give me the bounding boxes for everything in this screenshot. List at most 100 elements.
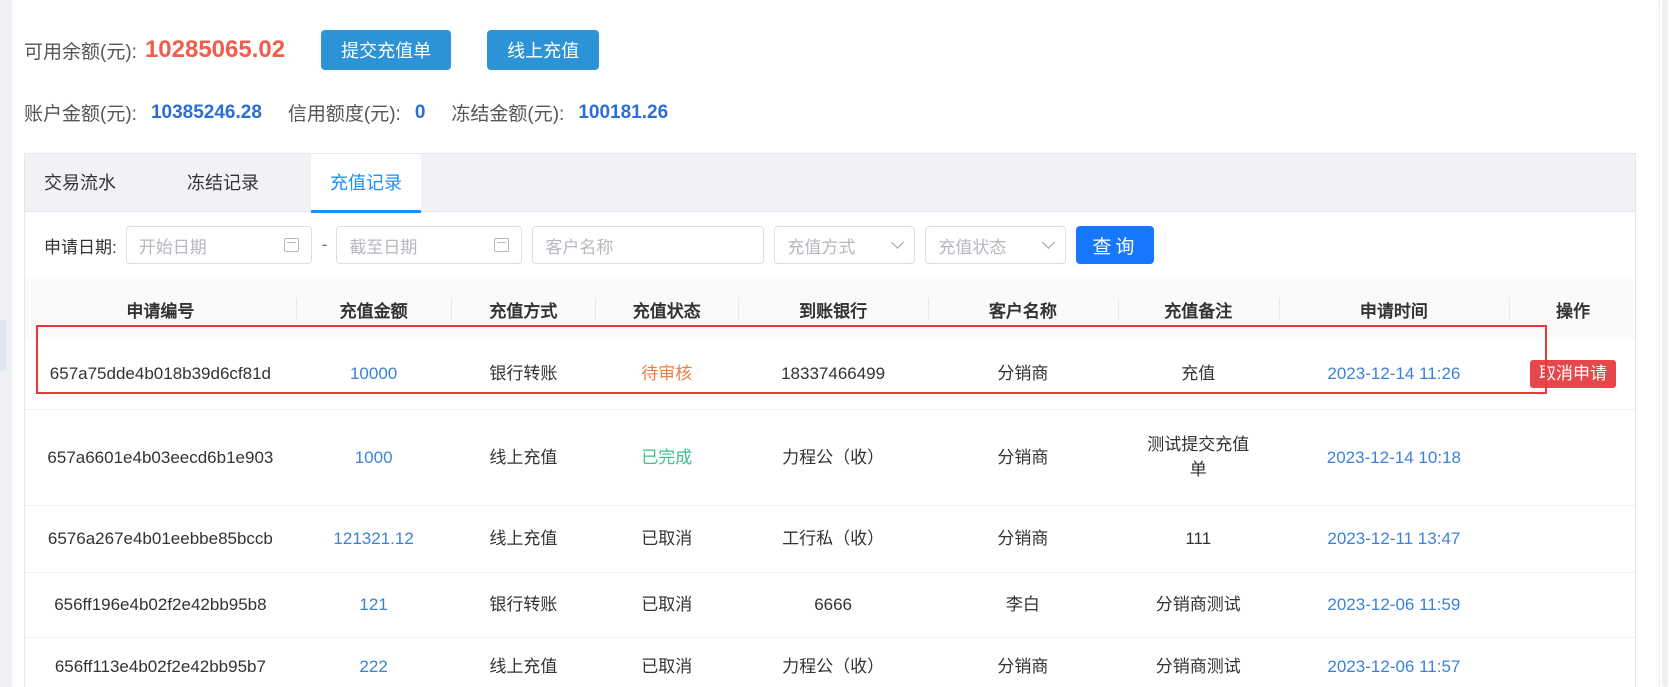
cell-status: 待审核 <box>595 339 739 410</box>
sidebar-active-marker <box>0 320 6 370</box>
cell-bank: 力程公（收） <box>738 637 928 687</box>
end-date-input[interactable]: 截至日期 <box>336 226 523 264</box>
balance-row: 可用余额(元): 10285065.02 提交充值单 线上充值 <box>24 28 635 72</box>
cell-method: 银行转账 <box>451 339 596 410</box>
left-strip <box>0 0 12 687</box>
cell-apply-id: 6576a267e4b01eebbe85bccb <box>25 505 296 573</box>
customer-name-placeholder: 客户名称 <box>545 237 614 257</box>
date-separator: - <box>321 235 328 254</box>
cell-customer: 分销商 <box>927 505 1118 573</box>
cell-time: 2023-12-06 11:59 <box>1278 572 1510 638</box>
frozen-amount-label: 冻结金额(元): <box>451 104 565 125</box>
cell-amount: 121321.12 <box>295 505 452 573</box>
start-date-input[interactable]: 开始日期 <box>125 226 312 264</box>
cell-bank: 工行私（收） <box>738 505 928 573</box>
table-row[interactable]: 657a75dde4b018b39d6cf81d 10000 银行转账 待审核 … <box>25 339 1635 410</box>
cell-customer: 分销商 <box>927 409 1118 506</box>
account-summary-row: 账户金额(元): 10385246.28 信用额度(元): 0 冻结金额(元):… <box>24 99 694 126</box>
header-note: 充值备注 <box>1117 279 1279 339</box>
end-date-placeholder: 截至日期 <box>349 237 418 257</box>
table-header-row: 申请编号 充值金额 充值方式 充值状态 到账银行 客户名称 充值备注 申请时间 … <box>25 279 1635 339</box>
submit-recharge-button[interactable]: 提交充值单 <box>321 30 452 70</box>
customer-name-input[interactable]: 客户名称 <box>532 226 765 264</box>
cell-bank: 18337466499 <box>738 339 928 410</box>
cell-action <box>1509 409 1635 506</box>
table-row[interactable]: 656ff113e4b02f2e42bb95b7 222 线上充值 已取消 力程… <box>25 637 1635 687</box>
cell-note: 分销商测试 <box>1117 637 1279 687</box>
cell-amount: 222 <box>295 637 452 687</box>
header-apply-id: 申请编号 <box>25 279 296 339</box>
table-row[interactable]: 657a6601e4b03eecd6b1e903 1000 线上充值 已完成 力… <box>25 409 1635 506</box>
tab-frozen-records[interactable]: 冻结记录 <box>168 154 278 212</box>
calendar-icon <box>494 238 510 252</box>
calendar-icon <box>283 238 299 252</box>
cell-note: 111 <box>1117 505 1279 573</box>
query-button[interactable]: 查询 <box>1076 226 1155 264</box>
tab-recharge-records[interactable]: 充值记录 <box>311 154 421 213</box>
cell-status: 已完成 <box>595 409 739 506</box>
available-balance-label: 可用余额(元): <box>24 41 137 63</box>
cell-status: 已取消 <box>595 572 739 638</box>
cell-apply-id: 656ff113e4b02f2e42bb95b7 <box>25 637 296 687</box>
header-action: 操作 <box>1509 279 1635 339</box>
cell-apply-id: 657a6601e4b03eecd6b1e903 <box>25 409 296 506</box>
cell-method: 线上充值 <box>451 637 596 687</box>
cell-method: 线上充值 <box>451 409 596 506</box>
cancel-request-button[interactable]: 取消申请 <box>1530 359 1616 388</box>
recharge-method-placeholder: 充值方式 <box>787 237 856 257</box>
cell-bank: 力程公（收） <box>738 409 928 506</box>
header-method: 充值方式 <box>451 279 596 339</box>
records-tabs: 交易流水 冻结记录 充值记录 <box>25 154 1635 213</box>
cell-time: 2023-12-14 11:26 <box>1278 339 1510 410</box>
cell-action <box>1509 572 1635 638</box>
chevron-down-icon <box>891 235 905 249</box>
apply-date-label: 申请日期: <box>44 237 117 257</box>
credit-limit-label: 信用额度(元): <box>287 104 401 125</box>
frozen-amount-value: 100181.26 <box>578 101 669 123</box>
filter-bar: 申请日期: 开始日期 - 截至日期 客户名称 充值方式 充值状态 查询 <box>25 224 1635 266</box>
account-amount-label: 账户金额(元): <box>24 104 137 125</box>
cell-customer: 分销商 <box>927 339 1118 410</box>
chevron-down-icon <box>1042 235 1056 249</box>
records-card: 交易流水 冻结记录 充值记录 申请日期: 开始日期 - 截至日期 客户名称 充值… <box>24 153 1636 687</box>
table-row[interactable]: 656ff196e4b02f2e42bb95b8 121 银行转账 已取消 66… <box>25 572 1635 638</box>
header-amount: 充值金额 <box>295 279 452 339</box>
cell-time: 2023-12-06 11:57 <box>1278 637 1510 687</box>
cell-customer: 分销商 <box>927 637 1118 687</box>
header-bank: 到账银行 <box>738 279 928 339</box>
cell-apply-id: 657a75dde4b018b39d6cf81d <box>25 339 296 410</box>
cell-action: 取消申请 <box>1509 339 1635 410</box>
scrollbar-thumb[interactable] <box>1662 0 1668 687</box>
cell-method: 银行转账 <box>451 572 596 638</box>
online-recharge-button[interactable]: 线上充值 <box>487 30 600 70</box>
header-customer: 客户名称 <box>927 279 1118 339</box>
cell-note: 充值 <box>1117 339 1279 410</box>
cell-time: 2023-12-14 10:18 <box>1278 409 1510 506</box>
recharge-status-select[interactable]: 充值状态 <box>925 226 1067 264</box>
cell-amount: 121 <box>295 572 452 638</box>
tab-transactions[interactable]: 交易流水 <box>25 154 135 212</box>
account-amount-value: 10385246.28 <box>150 101 262 123</box>
cell-note: 分销商测试 <box>1117 572 1279 638</box>
cell-bank: 6666 <box>738 572 928 638</box>
note-text: 测试提交充值单 <box>1147 435 1250 479</box>
cell-customer: 李白 <box>927 572 1118 638</box>
recharge-method-select[interactable]: 充值方式 <box>774 226 916 264</box>
start-date-placeholder: 开始日期 <box>138 237 207 257</box>
header-status: 充值状态 <box>595 279 739 339</box>
recharge-records-table: 申请编号 充值金额 充值方式 充值状态 到账银行 客户名称 充值备注 申请时间 … <box>25 279 1635 687</box>
credit-limit-value: 0 <box>414 101 426 123</box>
table-row[interactable]: 6576a267e4b01eebbe85bccb 121321.12 线上充值 … <box>25 505 1635 573</box>
cell-amount: 10000 <box>295 339 452 410</box>
cell-method: 线上充值 <box>451 505 596 573</box>
page-scrollbar[interactable] <box>1659 0 1669 687</box>
cell-action <box>1509 505 1635 573</box>
recharge-status-placeholder: 充值状态 <box>938 237 1007 257</box>
cell-time: 2023-12-11 13:47 <box>1278 505 1510 573</box>
cell-action <box>1509 637 1635 687</box>
cell-amount: 1000 <box>295 409 452 506</box>
cell-status: 已取消 <box>595 505 739 573</box>
cell-status: 已取消 <box>595 637 739 687</box>
cell-note: 测试提交充值单 <box>1117 409 1279 506</box>
header-time: 申请时间 <box>1278 279 1510 339</box>
